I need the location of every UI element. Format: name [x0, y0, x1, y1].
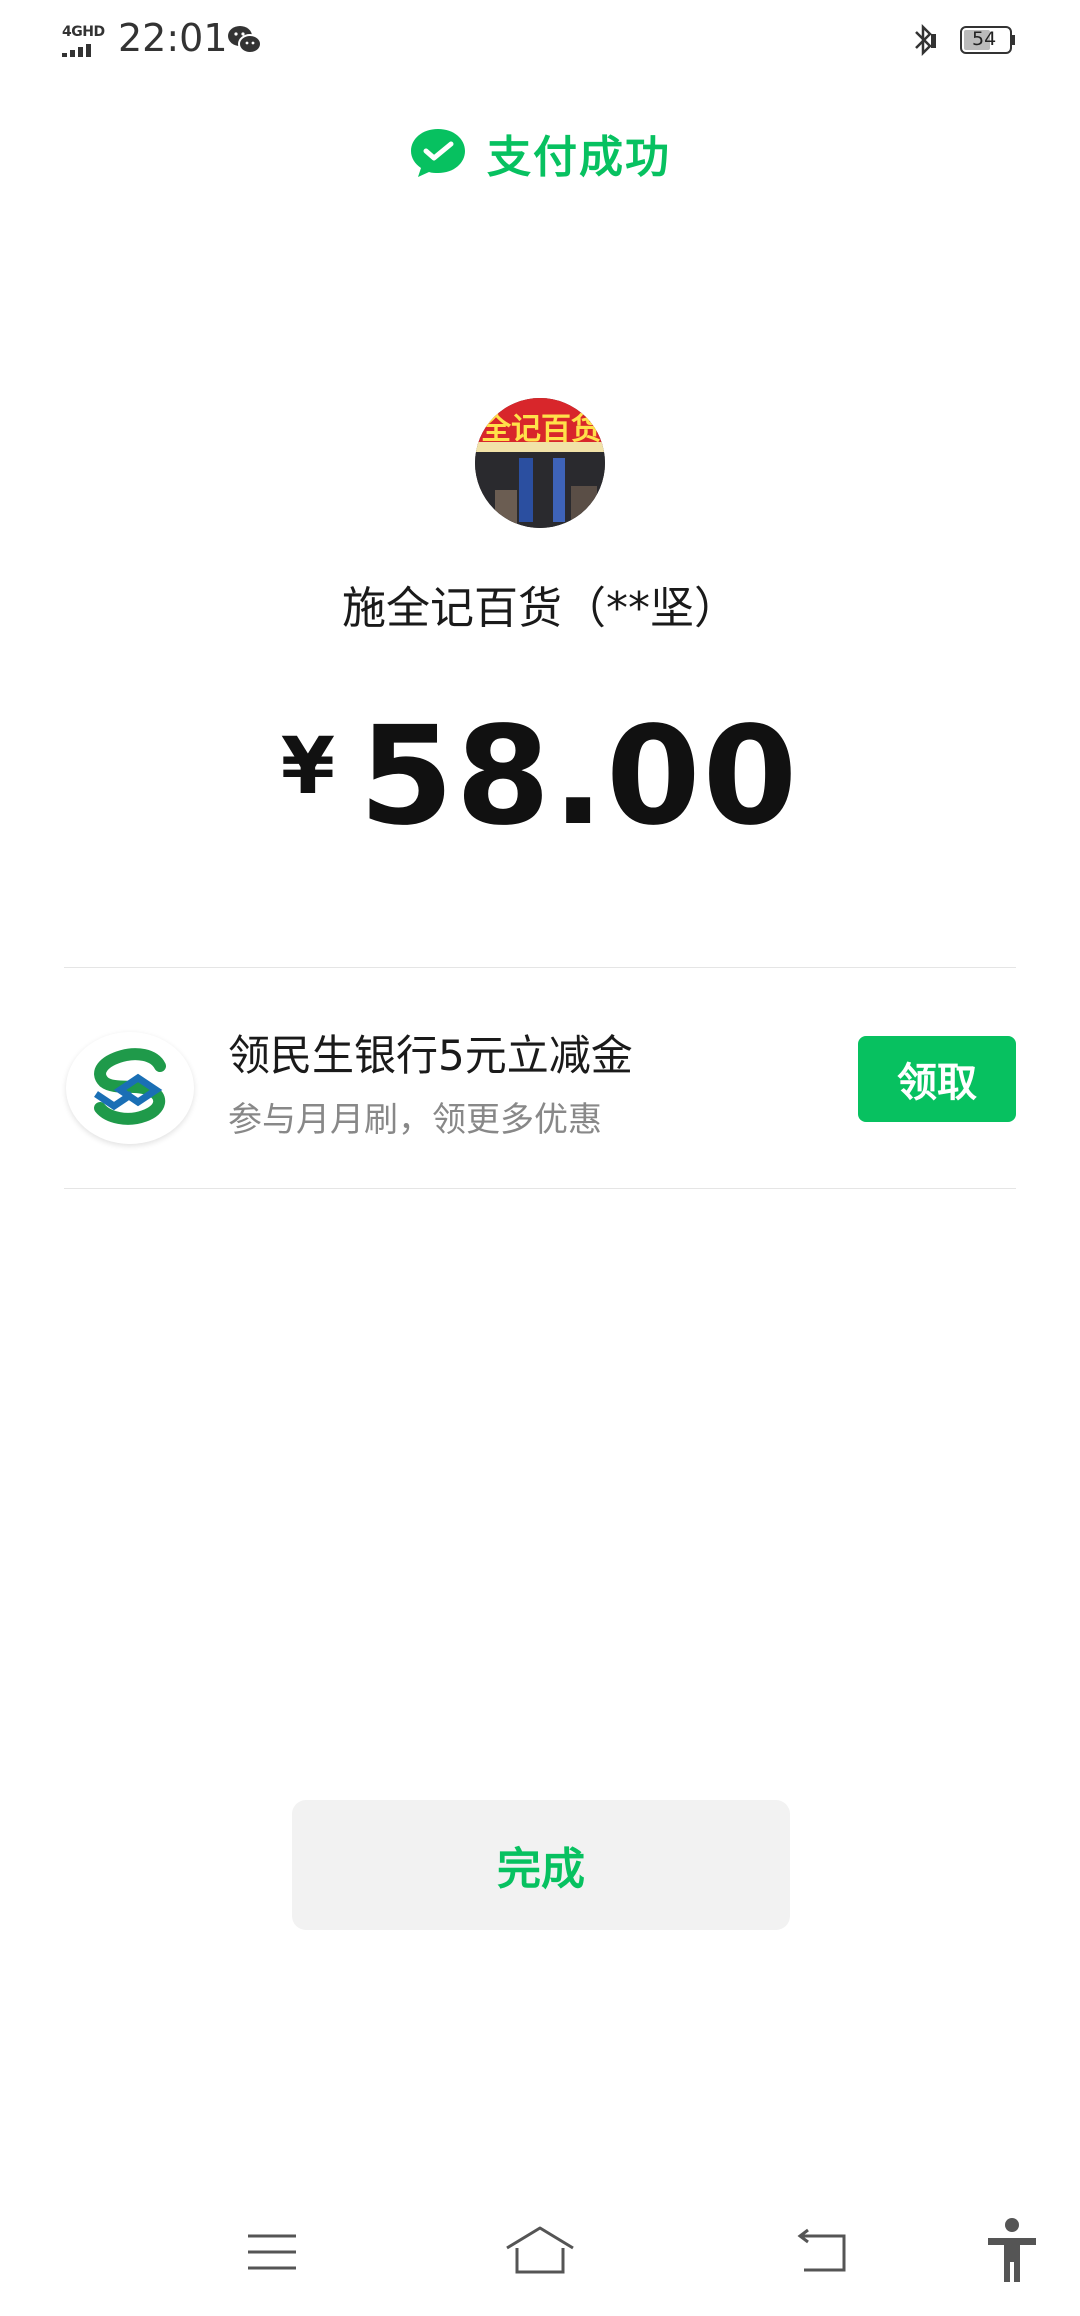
accessibility-icon[interactable]	[982, 2216, 1042, 2286]
merchant-name: 施全记百货（**坚）	[342, 583, 738, 634]
avatar-sign-text: 全记百货	[481, 412, 601, 447]
promo-subtitle: 参与月月刷，领更多优惠	[228, 1100, 602, 1140]
back-icon[interactable]	[794, 2222, 854, 2282]
divider-top	[64, 967, 1016, 968]
payment-success-header: 支付成功	[0, 118, 1080, 188]
battery-level: 54	[972, 28, 997, 50]
done-button[interactable]: 完成	[292, 1800, 790, 1930]
minsheng-bank-logo-icon	[66, 1032, 194, 1144]
claim-button[interactable]: 领取	[858, 1036, 1016, 1122]
page-title: 支付成功	[487, 132, 671, 183]
promo-title: 领民生银行5元立减金	[228, 1031, 633, 1080]
menu-icon[interactable]	[242, 2222, 302, 2282]
bluetooth-icon	[915, 23, 936, 57]
payment-amount: ¥58.00	[0, 698, 1080, 856]
currency-symbol: ¥	[280, 722, 336, 812]
battery-icon: 54	[960, 26, 1016, 54]
merchant-avatar: 全记百货	[475, 398, 605, 528]
status-time: 22:01	[118, 16, 228, 60]
status-bar: 4GHD 22:01 54	[0, 0, 1080, 80]
amount-value: 58.00	[359, 698, 800, 856]
network-type: 4GHD	[62, 24, 105, 40]
wechat-pay-success-icon	[411, 129, 465, 177]
wechat-notification-icon	[228, 26, 262, 54]
signal-icon: 4GHD	[62, 24, 110, 58]
home-icon[interactable]	[503, 2222, 577, 2282]
divider-bottom	[64, 1188, 1016, 1189]
